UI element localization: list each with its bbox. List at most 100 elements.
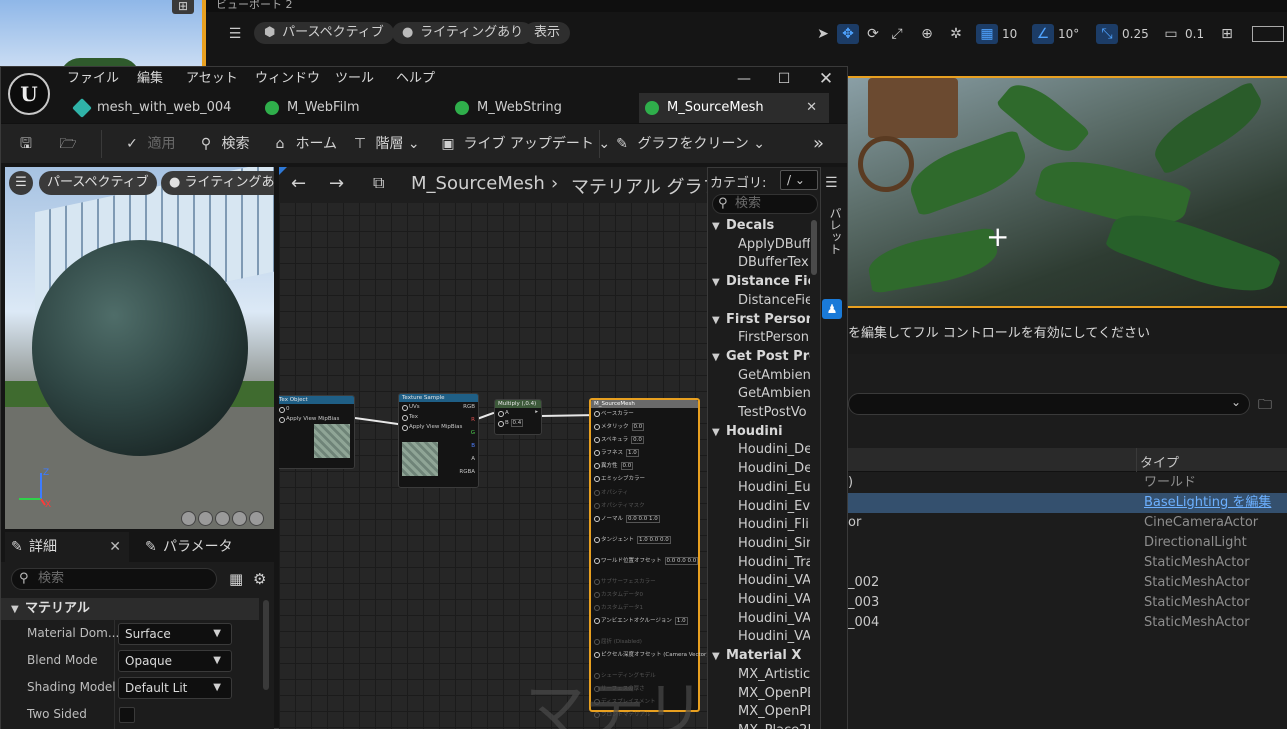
- palette-item[interactable]: Houdini_VAT: [708, 627, 810, 646]
- pin-value[interactable]: 0.0: [631, 423, 645, 431]
- outliner-row[interactable]: or CineCameraActor: [848, 513, 1287, 533]
- save-button[interactable]: 🖫: [15, 132, 37, 156]
- palette-item[interactable]: Houdini_VAT: [708, 590, 810, 609]
- result-pin[interactable]: メタリック 0.0: [591, 421, 698, 434]
- minimize-icon[interactable]: —: [724, 67, 764, 91]
- column-type[interactable]: タイプ: [1140, 452, 1179, 471]
- palette-item[interactable]: FirstPerson: [708, 328, 810, 347]
- palette-item[interactable]: DistanceFie: [708, 291, 810, 310]
- node-output-pin[interactable]: A: [471, 456, 475, 462]
- preview-menu-icon[interactable]: ☰: [9, 171, 33, 195]
- palette-item[interactable]: Houdini_Sin: [708, 534, 810, 553]
- outliner-row[interactable]: StaticMeshActor: [848, 553, 1287, 573]
- search-button[interactable]: ⚲ 検索: [195, 132, 250, 156]
- apply-button[interactable]: ✓ 適用: [121, 132, 175, 156]
- pin-value[interactable]: 1.0 0.0 0.0: [637, 536, 671, 544]
- pin-value[interactable]: 0.4: [510, 419, 524, 427]
- node-pin[interactable]: Tex: [399, 412, 478, 422]
- palette-item[interactable]: MX_OpenPE: [708, 702, 810, 721]
- preview-lighting-button[interactable]: ● ライティングあり: [161, 171, 274, 195]
- outliner-filter-dropdown[interactable]: ⌄: [848, 393, 1250, 415]
- outliner-row[interactable]: ) ワールド: [848, 473, 1287, 493]
- breadcrumb-graph[interactable]: マテリアル グラフ: [571, 173, 707, 199]
- outliner-row[interactable]: DirectionalLight: [848, 533, 1287, 553]
- camera-speed-value[interactable]: 0.1: [1185, 24, 1204, 44]
- grid-snap-icon[interactable]: ▦: [976, 24, 998, 44]
- pin-value[interactable]: 0.0: [631, 436, 644, 444]
- world-space-icon[interactable]: ⊕: [916, 24, 938, 44]
- tab-m-webstring[interactable]: M_WebString: [449, 93, 639, 123]
- palette-category[interactable]: ▼ Decals: [708, 216, 810, 235]
- breadcrumb-asset[interactable]: M_SourceMesh: [411, 173, 545, 194]
- result-pin[interactable]: アンビエントオクルージョン 1.0: [591, 615, 698, 636]
- result-pin[interactable]: ラフネス 1.0: [591, 447, 698, 460]
- pin-value[interactable]: 0.0: [620, 462, 634, 470]
- node-output-pin[interactable]: R: [471, 417, 475, 423]
- palette-item[interactable]: MX_OpenPE: [708, 684, 810, 703]
- palette-pin-icon[interactable]: ♟: [822, 299, 842, 319]
- node-pin[interactable]: A: [495, 408, 541, 418]
- add-folder-icon[interactable]: 🗀: [1258, 394, 1272, 418]
- palette-item[interactable]: DBufferTex: [708, 253, 810, 272]
- result-pin[interactable]: オパシティマスク: [591, 500, 698, 513]
- palette-item[interactable]: ApplyDBuffer: [708, 235, 810, 254]
- rotate-snap-icon[interactable]: ∠: [1032, 24, 1054, 44]
- plane-shape-icon[interactable]: [215, 511, 230, 526]
- back-arrow-icon[interactable]: ←: [291, 173, 306, 194]
- grid-snap-value[interactable]: 10: [1002, 24, 1017, 44]
- result-pin[interactable]: カスタムデータ0: [591, 589, 698, 602]
- menu-tools[interactable]: ツール: [335, 69, 374, 89]
- result-pin[interactable]: カスタムデータ1: [591, 602, 698, 615]
- hamburger-menu-icon[interactable]: ☰: [224, 24, 246, 44]
- maximize-viewport-icon[interactable]: [1252, 26, 1284, 42]
- node-pin[interactable]: Apply View MipBias: [399, 422, 478, 432]
- result-pin[interactable]: ノーマル 0.0 0.0 1.0: [591, 513, 698, 534]
- viewport-tab-label[interactable]: ビューポート 2: [216, 0, 293, 12]
- palette-item[interactable]: Houdini_Flip: [708, 515, 810, 534]
- material-graph[interactable]: ← → ⧉ M_SourceMesh › マテリアル グラフ Tex Objec…: [279, 167, 707, 729]
- show-button[interactable]: 表示: [524, 22, 571, 44]
- node-output-pin[interactable]: G: [471, 430, 475, 436]
- node-output-pin[interactable]: RGBA: [459, 469, 475, 475]
- pin-value[interactable]: 1.0: [674, 617, 688, 625]
- result-pin[interactable]: サブサーフェスカラー: [591, 576, 698, 589]
- result-pin[interactable]: タンジェント 1.0 0.0 0.0: [591, 534, 698, 555]
- blend-mode-select[interactable]: Opaque ▼: [118, 650, 232, 672]
- menu-window[interactable]: ウィンドウ: [255, 69, 320, 89]
- material-domain-select[interactable]: Surface ▼: [118, 623, 232, 645]
- menu-file[interactable]: ファイル: [67, 69, 119, 89]
- cylinder-shape-icon[interactable]: [181, 511, 196, 526]
- result-pin[interactable]: 異方性 0.0: [591, 460, 698, 473]
- forward-arrow-icon[interactable]: →: [329, 173, 344, 194]
- pin-value[interactable]: 1.0: [626, 449, 639, 457]
- palette-category[interactable]: ▼ Material X: [708, 646, 810, 665]
- node-texture-sample[interactable]: Texture Sample UVs Tex Apply View MipBia…: [398, 393, 479, 488]
- column-divider[interactable]: [1136, 448, 1137, 472]
- menu-asset[interactable]: アセット: [186, 69, 238, 89]
- clean-graph-button[interactable]: ✎ グラフをクリーン ⌄: [611, 132, 765, 156]
- close-tab-icon[interactable]: ✕: [109, 532, 121, 562]
- preview-perspective-button[interactable]: パースペクティブ: [39, 171, 157, 195]
- node-multiply[interactable]: Multiply (,0.4) A B 0.4 ▸: [494, 399, 542, 435]
- close-window-icon[interactable]: ✕: [806, 67, 846, 91]
- select-tool-icon[interactable]: ➤: [812, 24, 834, 44]
- palette-category[interactable]: ▼ First Person: [708, 310, 810, 329]
- palette-item[interactable]: Houdini_De: [708, 440, 810, 459]
- node-pin[interactable]: Apply View MipBias: [279, 414, 354, 424]
- node-output-pin[interactable]: ▸: [535, 409, 538, 415]
- palette-search-input[interactable]: ⚲ 検索: [712, 194, 818, 214]
- node-output-pin[interactable]: B: [471, 443, 475, 449]
- maximize-icon[interactable]: ☐: [764, 67, 804, 91]
- translate-tool-icon[interactable]: ✥: [837, 24, 859, 44]
- rotate-snap-value[interactable]: 10°: [1058, 24, 1079, 44]
- sphere-shape-icon[interactable]: [198, 511, 213, 526]
- live-update-button[interactable]: ▣ ライブ アップデート ⌄: [437, 132, 610, 156]
- camera-speed-icon[interactable]: ▭: [1160, 24, 1182, 44]
- palette-item[interactable]: Houdini_Tra: [708, 553, 810, 572]
- result-pin[interactable]: 屈折 (Disabled): [591, 636, 698, 649]
- shading-model-select[interactable]: Default Lit ▼: [118, 677, 232, 699]
- tab-parameters[interactable]: ✎ パラメータ: [139, 532, 269, 562]
- rotate-tool-icon[interactable]: ⟳: [862, 24, 884, 44]
- palette-menu-icon[interactable]: ☰: [825, 175, 838, 191]
- palette-category[interactable]: ▼ Distance Fields: [708, 272, 810, 291]
